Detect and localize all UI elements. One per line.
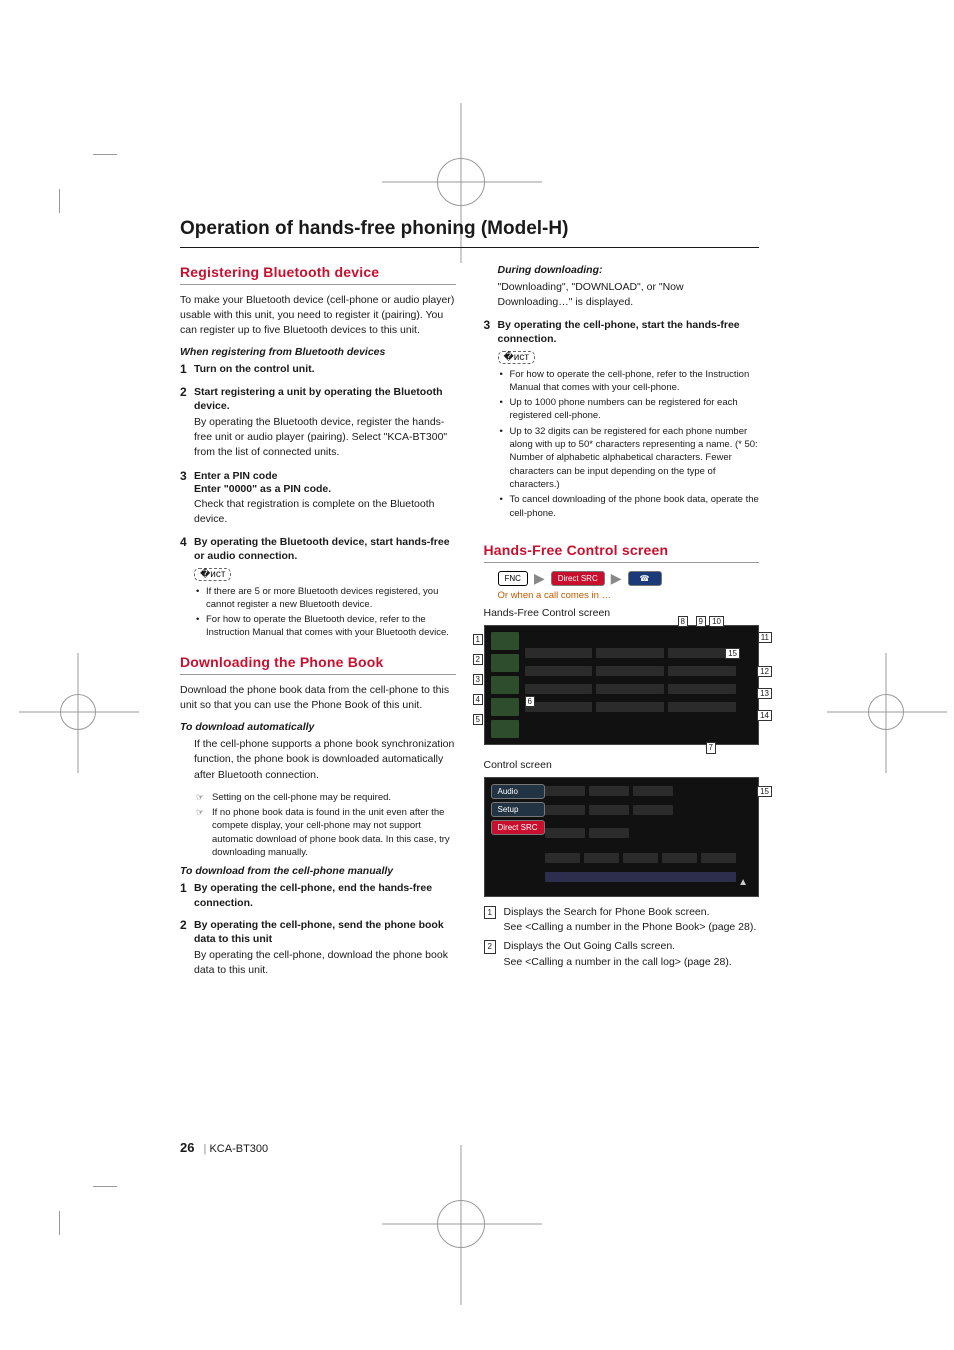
download-auto-notes: Setting on the cell-phone may be require… (180, 791, 456, 859)
figure-handsfree-screen: 1 2 3 4 5 6 7 8 9 10 11 12 13 14 15 (484, 625, 760, 745)
callout-9: 9 (696, 616, 706, 628)
callout-3: 3 (473, 674, 483, 686)
title-rule (180, 247, 759, 248)
step-head: Turn on the control unit. (194, 362, 456, 376)
chevron-right-icon: ▶ (534, 571, 545, 585)
page-title: Operation of hands-free phoning (Model-H… (180, 218, 759, 241)
steps-right: 3 By operating the cell-phone, start the… (484, 318, 760, 520)
notes-register: If there are 5 or more Bluetooth devices… (194, 585, 456, 640)
chevron-right-icon: ▶ (611, 571, 622, 585)
nav-breadcrumb: FNC ▶ Direct SRC ▶ ☎ (498, 571, 760, 586)
callout-14: 14 (757, 710, 772, 722)
step-body: By operating the Bluetooth device, regis… (194, 415, 456, 461)
subhead-during: During downloading: (484, 264, 760, 276)
heading-handsfree-control: Hands-Free Control screen (484, 542, 760, 558)
note-item: For how to operate the cell-phone, refer… (498, 368, 760, 395)
audio-button[interactable]: Audio (491, 784, 545, 799)
legend-text-ref: See <Calling a number in the call log> (… (504, 956, 732, 968)
note-item: Setting on the cell-phone may be require… (194, 791, 456, 804)
page-footer: 26 | KCA-BT300 (180, 1140, 268, 1155)
subhead-registering: When registering from Bluetooth devices (180, 346, 456, 358)
steps-register: 1 Turn on the control unit. 2 Start regi… (180, 362, 456, 639)
note-item: If no phone book data is found in the un… (194, 806, 456, 859)
legend-list: 1 Displays the Search for Phone Book scr… (484, 905, 760, 970)
step-number: 3 (484, 318, 491, 332)
step-number: 4 (180, 535, 187, 549)
note-icon: �ист (498, 351, 535, 364)
callout-13: 13 (757, 688, 772, 700)
direct-src-button[interactable]: Direct SRC (551, 571, 605, 586)
subhead-download-auto: To download automatically (180, 721, 456, 733)
step-number: 1 (180, 362, 187, 376)
step-head: By operating the Bluetooth device, start… (194, 535, 456, 563)
legend-badge: 1 (484, 906, 496, 920)
step-body: By operating the cell-phone, download th… (194, 948, 456, 978)
steps-manual: 1 By operating the cell-phone, end the h… (180, 881, 456, 978)
step-number: 2 (180, 918, 187, 932)
callout-8: 8 (678, 616, 688, 628)
step-sub: Enter "0000" as a PIN code. (194, 483, 456, 495)
page-number: 26 (180, 1140, 194, 1155)
step-head: By operating the cell-phone, end the han… (194, 881, 456, 909)
callout-12: 12 (757, 666, 772, 678)
heading-register: Registering Bluetooth device (180, 264, 456, 280)
heading-download: Downloading the Phone Book (180, 654, 456, 670)
during-body: "Downloading", "DOWNLOAD", or "Now Downl… (484, 280, 760, 310)
callout-7: 7 (706, 742, 716, 754)
callout-1: 1 (473, 634, 483, 646)
step-head: By operating the cell-phone, start the h… (498, 318, 760, 346)
note-item: Up to 1000 phone numbers can be register… (498, 396, 760, 423)
step-head: Start registering a unit by operating th… (194, 385, 456, 413)
figure-control-screen: Audio Setup Direct SRC 15 ▲ (484, 777, 760, 897)
callout-15b: 15 (757, 786, 772, 798)
heading-rule (180, 674, 456, 675)
legend-text: Displays the Search for Phone Book scree… (504, 906, 710, 918)
note-item: For how to operate the Bluetooth device,… (194, 613, 456, 640)
legend-badge: 2 (484, 940, 496, 954)
heading-rule (180, 284, 456, 285)
footer-model: KCA-BT300 (209, 1143, 268, 1155)
callout-10: 10 (709, 616, 724, 628)
callout-11: 11 (758, 632, 772, 644)
direct-src-button[interactable]: Direct SRC (491, 820, 545, 835)
step-number: 2 (180, 385, 187, 399)
download-intro: Download the phone book data from the ce… (180, 683, 456, 713)
note-item: Up to 32 digits can be registered for ea… (498, 425, 760, 491)
eject-icon: ▲ (738, 877, 748, 888)
note-icon: �ист (194, 568, 231, 581)
phone-button[interactable]: ☎ (628, 571, 662, 586)
legend-text-ref: See <Calling a number in the Phone Book>… (504, 921, 757, 933)
register-intro: To make your Bluetooth device (cell-phon… (180, 293, 456, 339)
fnc-button[interactable]: FNC (498, 571, 528, 586)
setup-button[interactable]: Setup (491, 802, 545, 817)
step-body: Check that registration is complete on t… (194, 497, 456, 527)
note-item: If there are 5 or more Bluetooth devices… (194, 585, 456, 612)
callout-15: 15 (725, 648, 740, 660)
step-head: Enter a PIN code (194, 469, 456, 483)
callout-5: 5 (473, 714, 483, 726)
callout-4: 4 (473, 694, 483, 706)
subhead-download-manual: To download from the cell-phone manually (180, 865, 456, 877)
heading-rule (484, 562, 760, 563)
download-auto-body: If the cell-phone supports a phone book … (180, 737, 456, 783)
step-number: 3 (180, 469, 187, 483)
callout-2: 2 (473, 654, 483, 666)
note-item: To cancel downloading of the phone book … (498, 493, 760, 520)
legend-text: Displays the Out Going Calls screen. (504, 940, 676, 952)
notes-right: For how to operate the cell-phone, refer… (498, 368, 760, 520)
step-head: By operating the cell-phone, send the ph… (194, 918, 456, 946)
incoming-caption: Or when a call comes in … (498, 590, 760, 601)
callout-6: 6 (525, 696, 535, 708)
step-number: 1 (180, 881, 187, 895)
caption-control: Control screen (484, 759, 760, 771)
